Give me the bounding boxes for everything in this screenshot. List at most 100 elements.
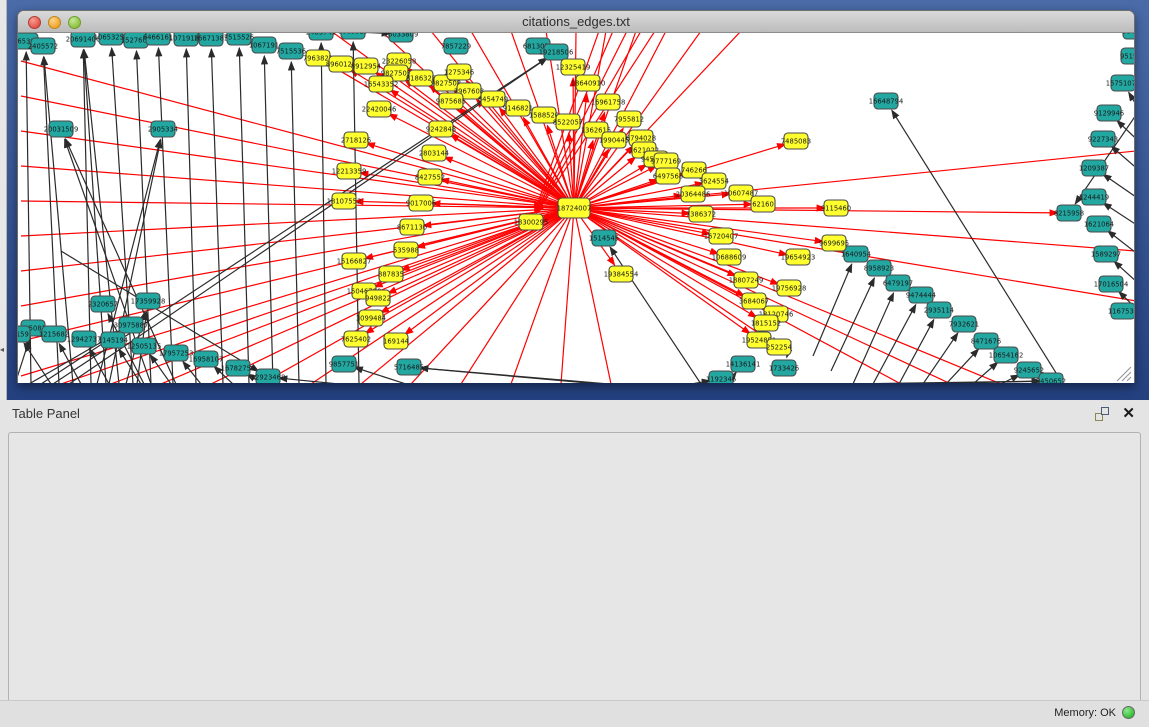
graph-node-yellow[interactable]: 9699695 — [819, 235, 849, 251]
graph-node-yellow[interactable]: 20364486 — [676, 186, 711, 202]
graph-node-yellow[interactable]: 18807249 — [729, 272, 764, 288]
graph-node-yellow[interactable]: 169144 — [383, 333, 409, 349]
window-titlebar[interactable]: citations_edges.txt — [18, 11, 1134, 33]
graph-node-teal[interactable]: 1192346 — [706, 371, 736, 383]
graph-node-yellow[interactable]: 8912954 — [351, 58, 381, 74]
graph-node-yellow[interactable]: 18300295 — [514, 214, 549, 230]
graph-node-yellow[interactable]: 3099484 — [356, 310, 386, 326]
splitpane-divider[interactable]: ◂ — [0, 0, 7, 400]
graph-node-teal[interactable]: 1621064 — [1084, 216, 1114, 232]
float-panel-icon[interactable] — [1095, 407, 1109, 421]
graph-node-teal[interactable]: 2905334 — [148, 121, 178, 137]
graph-node-yellow[interactable]: 7625402 — [341, 331, 371, 347]
graph-node-teal[interactable]: 1145194 — [98, 332, 128, 348]
graph-node-yellow[interactable]: 252254 — [766, 339, 792, 355]
graph-node-yellow[interactable]: 1275346 — [444, 64, 474, 80]
node-label: 1167531 — [1108, 307, 1134, 315]
graph-node-teal[interactable]: 12505135 — [127, 338, 162, 354]
graph-node-yellow[interactable]: 8671130 — [397, 219, 427, 235]
graph-node-teal[interactable]: 1065325 — [338, 33, 368, 39]
graph-node-yellow[interactable]: 1990445 — [599, 132, 629, 148]
graph-node-teal[interactable]: 7515536 — [276, 43, 306, 59]
splitpane-collapse-icon[interactable]: ◂ — [0, 345, 4, 354]
graph-node-teal[interactable]: 7932621 — [949, 316, 979, 332]
close-panel-icon[interactable]: ✕ — [1122, 404, 1135, 422]
graph-node-teal[interactable]: 1167531 — [1108, 303, 1134, 319]
graph-node-teal[interactable]: 1067191 — [249, 37, 279, 53]
graph-node-yellow[interactable]: 2718126 — [341, 132, 371, 148]
graph-node-yellow[interactable]: 2803144 — [419, 145, 449, 161]
graph-node-teal[interactable]: 1733426 — [769, 360, 799, 376]
graph-node-teal[interactable]: 9227343 — [1088, 131, 1118, 147]
graph-node-teal[interactable]: 884130 — [1122, 33, 1134, 39]
graph-node-teal[interactable]: 8958923 — [864, 260, 894, 276]
graph-node-teal[interactable]: 2320657 — [88, 296, 118, 312]
graph-node-yellow[interactable]: 9777169 — [651, 153, 681, 169]
graph-node-teal[interactable]: 1514545 — [589, 230, 619, 246]
graph-node-teal[interactable]: 20031509 — [44, 121, 79, 137]
graph-node-teal[interactable]: 7857229 — [441, 38, 471, 54]
graph-node-teal[interactable]: 9857751 — [329, 356, 359, 372]
graph-node-yellow[interactable]: 15166827 — [337, 253, 372, 269]
graph-node-teal[interactable]: 9129946 — [1094, 105, 1124, 121]
graph-node-teal[interactable]: 1209387 — [1079, 160, 1109, 176]
graph-node-teal[interactable]: 14136141 — [726, 356, 761, 372]
graph-node-teal[interactable]: 951550 — [1120, 48, 1134, 64]
network-svg[interactable]: 1872400716530724055722069140610653257152… — [18, 33, 1134, 383]
graph-node-yellow[interactable]: 62160 — [751, 196, 775, 212]
graph-node-yellow[interactable]: 949822 — [365, 290, 391, 306]
graph-node-teal[interactable]: 10654162 — [989, 347, 1024, 363]
graph-node-teal[interactable]: 16958107 — [189, 351, 224, 367]
graph-node-yellow[interactable]: 16720407 — [704, 228, 739, 244]
graph-node-yellow[interactable]: 9242848 — [426, 121, 456, 137]
graph-node-yellow[interactable]: 19384554 — [604, 266, 639, 282]
graph-node-teal[interactable]: 1589297 — [1091, 246, 1121, 262]
graph-node-teal[interactable]: 1215682 — [39, 326, 69, 342]
graph-node-yellow[interactable]: 1815152 — [751, 315, 781, 331]
graph-node-yellow[interactable]: 19756928 — [772, 280, 807, 296]
graph-node-yellow[interactable]: 18107552 — [327, 193, 362, 209]
graph-node-teal[interactable]: 30975887 — [114, 317, 149, 333]
graph-node-yellow[interactable]: 9115460 — [821, 200, 851, 216]
graph-node-yellow[interactable]: 18640910 — [571, 75, 606, 91]
graph-node-yellow[interactable]: 3684067 — [739, 293, 769, 309]
graph-node-yellow[interactable]: 10688609 — [712, 249, 747, 265]
graph-node-teal[interactable]: 19218506 — [539, 44, 574, 60]
graph-node-teal[interactable]: 5716485 — [394, 359, 424, 375]
graph-node-yellow[interactable]: 9017006 — [406, 195, 436, 211]
graph-node-yellow[interactable]: 16961758 — [591, 94, 626, 110]
graph-node-teal[interactable]: 12923468 — [251, 369, 286, 383]
graph-node-yellow[interactable]: 535988 — [393, 242, 419, 258]
graph-node-teal[interactable]: 39159 — [18, 326, 30, 342]
graph-node-teal[interactable]: 17016504 — [1094, 276, 1129, 292]
network-view-window[interactable]: citations_edges.txt 18724007165307240557… — [17, 10, 1135, 383]
graph-node-teal[interactable]: 17359928 — [131, 293, 166, 309]
graph-node-yellow[interactable]: 8522057 — [553, 114, 583, 130]
graph-node-teal[interactable]: 9474444 — [906, 287, 936, 303]
graph-node-yellow[interactable]: 7386372 — [686, 206, 716, 222]
graph-node-teal[interactable]: 2405572 — [28, 38, 58, 54]
graph-node-yellow[interactable]: 6497568 — [653, 168, 683, 184]
graph-node-yellow[interactable]: 8427552 — [415, 169, 445, 185]
graph-node-yellow[interactable]: 12213359 — [332, 163, 367, 179]
graph-node-teal[interactable]: 1244419 — [1079, 189, 1109, 205]
graph-node-yellow[interactable]: 12325419 — [556, 59, 591, 75]
graph-node-yellow[interactable]: 9875685 — [436, 93, 466, 109]
graph-node-yellow[interactable]: 887835 — [378, 266, 404, 282]
graph-node-teal[interactable]: 2483741 — [306, 33, 336, 40]
graph-node-teal[interactable]: 2935114 — [924, 302, 954, 318]
graph-node-yellow[interactable]: 7485083 — [781, 133, 811, 149]
graph-node-teal[interactable]: 6479197 — [883, 275, 913, 291]
graph-node-teal[interactable]: 8215958 — [1054, 205, 1084, 221]
graph-node-teal[interactable]: 12942737 — [67, 331, 102, 347]
memory-status[interactable]: Memory: OK — [1054, 706, 1135, 719]
graph-node-yellow[interactable]: 7955812 — [614, 111, 644, 127]
graph-node-teal[interactable]: 8471676 — [971, 333, 1001, 349]
graph-node-yellow[interactable]: 22420046 — [362, 101, 397, 117]
graph-node-yellow[interactable]: 18724007 — [557, 198, 592, 218]
graph-node-yellow[interactable]: 19654923 — [781, 249, 816, 265]
graph-node-yellow[interactable]: 16543352 — [364, 76, 399, 92]
graph-node-teal[interactable]: 16648794 — [869, 93, 904, 109]
graph-node-teal[interactable]: 9450652 — [1036, 373, 1066, 383]
network-canvas[interactable]: 1872400716530724055722069140610653257152… — [18, 33, 1134, 383]
